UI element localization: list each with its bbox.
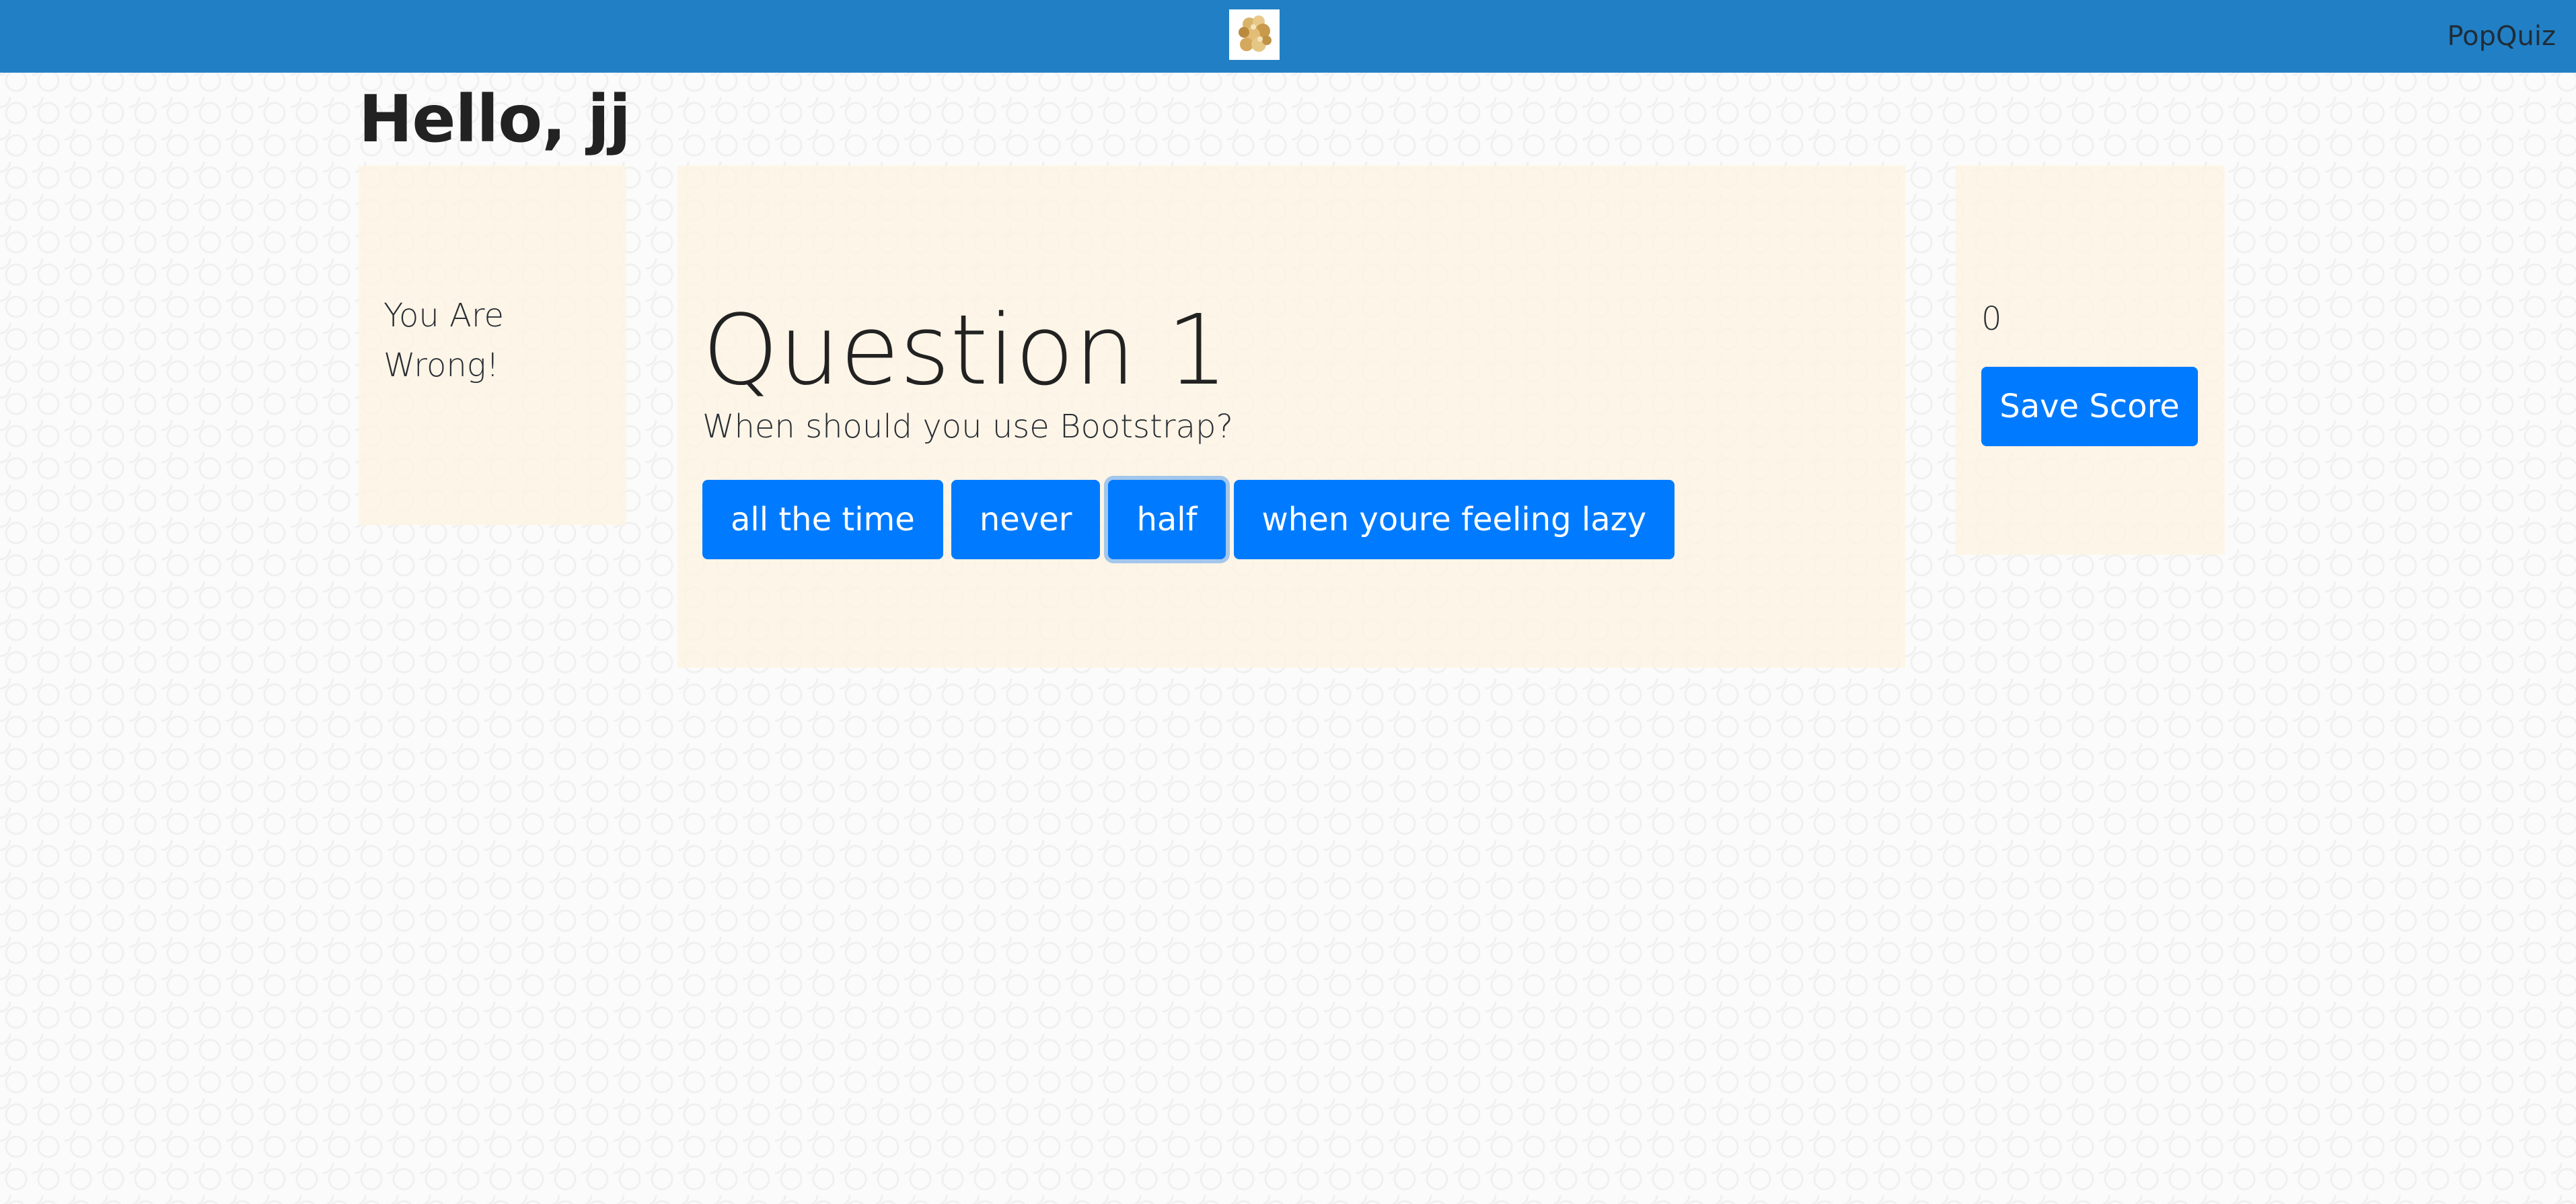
greeting-heading: Hello, jj xyxy=(359,81,631,157)
question-text: When should you use Bootstrap? xyxy=(702,408,1233,446)
feedback-message: You Are Wrong! xyxy=(383,297,505,384)
score-panel: 0 Save Score xyxy=(1956,166,2225,555)
question-panel: Question 1 When should you use Bootstrap… xyxy=(677,166,1905,668)
brand-link[interactable]: PopQuiz xyxy=(2447,20,2556,52)
top-navbar: PopQuiz xyxy=(0,0,2576,73)
answer-button-all-the-time[interactable]: all the time xyxy=(702,480,943,559)
score-value: 0 xyxy=(1981,300,2002,338)
answer-button-never[interactable]: never xyxy=(951,480,1101,559)
feedback-panel: You Are Wrong! xyxy=(359,166,626,525)
answer-buttons: all the time never half when youre feeli… xyxy=(702,480,1675,559)
question-title: Question 1 xyxy=(702,293,1228,406)
answer-button-half[interactable]: half xyxy=(1108,480,1226,559)
save-score-button[interactable]: Save Score xyxy=(1981,367,2198,446)
answer-button-feeling-lazy[interactable]: when youre feeling lazy xyxy=(1233,480,1675,559)
popcorn-logo-icon[interactable] xyxy=(1229,9,1280,60)
